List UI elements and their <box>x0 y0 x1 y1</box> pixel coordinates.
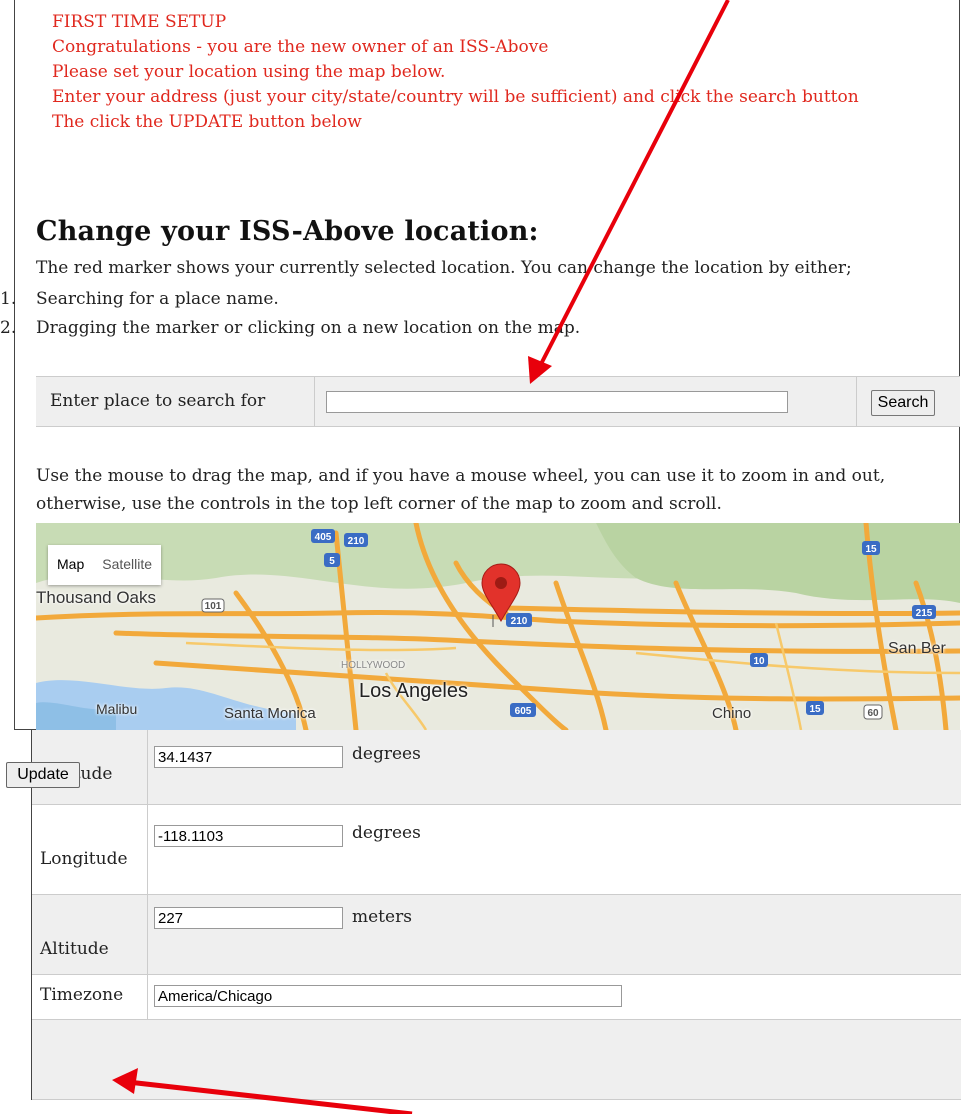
map-label-los-angeles: Los Angeles <box>359 680 468 702</box>
list-number: 2. <box>0 318 17 338</box>
list-item: 2. Dragging the marker or clicking on a n… <box>0 314 580 343</box>
altitude-input[interactable] <box>154 907 343 929</box>
divider <box>147 975 148 1019</box>
longitude-label: Longitude <box>40 849 128 869</box>
shield-605: 605 <box>515 706 532 717</box>
altitude-row: Altitude meters <box>32 895 961 975</box>
location-form: Latitude degrees Longitude degrees Altit… <box>31 730 961 1100</box>
setup-line: Congratulations - you are the new owner … <box>52 37 549 57</box>
latitude-unit: degrees <box>352 744 421 764</box>
map-label-santa-monica: Santa Monica <box>224 705 316 722</box>
longitude-input[interactable] <box>154 825 343 847</box>
shield-101: 101 <box>205 601 222 612</box>
page-title: Change your ISS-Above location: <box>36 216 539 247</box>
setup-line: Enter your address (just your city/state… <box>52 87 859 107</box>
setup-title: FIRST TIME SETUP <box>52 12 227 32</box>
altitude-label: Altitude <box>40 939 109 959</box>
map-type-control: Map Satellite <box>48 545 162 585</box>
search-row: Enter place to search for Search <box>36 376 960 427</box>
instruction-list: 1. Searching for a place name. 2. Dragging… <box>0 285 580 343</box>
shield-210b: 210 <box>511 616 528 627</box>
update-button[interactable]: Update <box>6 762 80 788</box>
update-row <box>32 1020 961 1100</box>
search-label: Enter place to search for <box>50 391 266 411</box>
place-search-input[interactable] <box>326 391 788 413</box>
latitude-input[interactable] <box>154 746 343 768</box>
shield-60: 60 <box>867 708 879 719</box>
altitude-unit: meters <box>352 907 412 927</box>
longitude-row: Longitude degrees <box>32 805 961 895</box>
shield-15: 15 <box>865 544 877 555</box>
map-canvas[interactable]: 405 210 5 101 210 10 605 15 215 60 15 <box>36 523 960 730</box>
divider <box>314 377 315 426</box>
timezone-row: Timezone <box>32 975 961 1020</box>
shield-10: 10 <box>753 656 765 667</box>
timezone-label: Timezone <box>40 985 124 1005</box>
list-text: Dragging the marker or clicking on a new… <box>36 318 581 338</box>
map-type-satellite-button[interactable]: Satellite <box>93 545 161 585</box>
map-label-thousand-oaks: Thousand Oaks <box>36 588 157 607</box>
map-label-malibu: Malibu <box>96 701 138 717</box>
map-type-map-button[interactable]: Map <box>48 545 93 585</box>
intro-text: The red marker shows your currently sele… <box>36 258 852 278</box>
list-text: Searching for a place name. <box>36 289 279 309</box>
shield-15b: 15 <box>809 704 821 715</box>
timezone-input[interactable] <box>154 985 622 1007</box>
longitude-unit: degrees <box>352 823 421 843</box>
shield-5: 5 <box>329 556 335 567</box>
map-label-chino: Chino <box>712 705 752 722</box>
divider <box>147 730 148 804</box>
shield-215: 215 <box>916 608 933 619</box>
location-map[interactable]: 405 210 5 101 210 10 605 15 215 60 15 Ma… <box>36 523 960 730</box>
first-time-setup-notice: FIRST TIME SETUP Congratulations - you a… <box>52 10 859 135</box>
latitude-row: Latitude degrees <box>32 730 961 805</box>
list-number: 1. <box>0 289 17 309</box>
divider <box>147 895 148 974</box>
map-hint-text: Use the mouse to drag the map, and if yo… <box>36 466 886 514</box>
map-label-hollywood: HOLLYWOOD <box>341 660 406 671</box>
map-label-san-bernardino: San Ber <box>888 640 946 657</box>
setup-line: The click the UPDATE button below <box>52 112 362 132</box>
list-item: 1. Searching for a place name. <box>0 285 580 314</box>
shield-405: 405 <box>315 532 332 543</box>
shield-210: 210 <box>348 536 365 547</box>
divider <box>856 377 857 426</box>
search-button[interactable]: Search <box>871 390 935 416</box>
divider <box>147 805 148 894</box>
setup-line: Please set your location using the map b… <box>52 62 446 82</box>
